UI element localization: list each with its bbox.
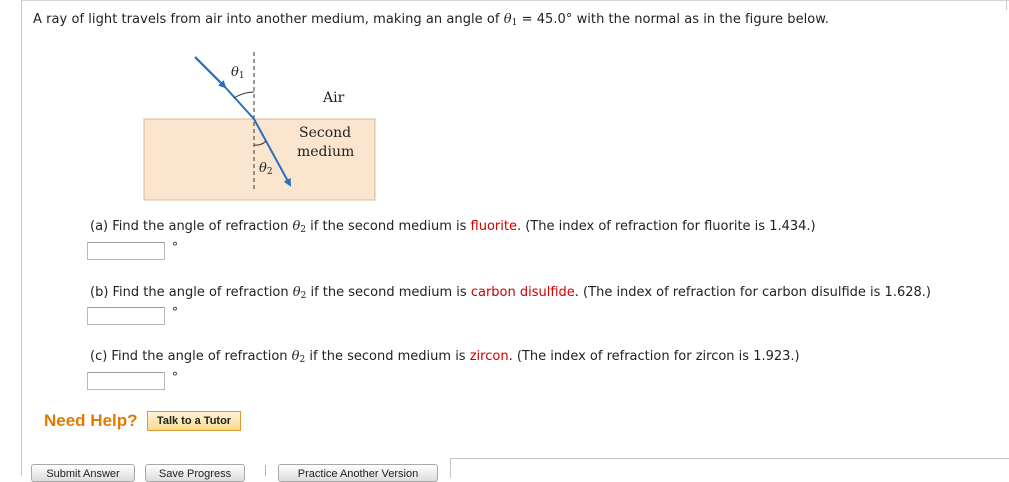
theta1-arc [233, 91, 255, 99]
part-b-mid: if the second medium is [306, 285, 471, 300]
figure-theta1-label: θ1 [231, 65, 245, 81]
part-c-lead: (c) Find the angle of refraction [90, 349, 292, 364]
question-suffix: = 45.0° with the normal as in the figure… [517, 12, 829, 27]
frame-right-border [1006, 0, 1007, 10]
part-c-mid: if the second medium is [305, 349, 470, 364]
answer-input-c[interactable] [87, 372, 165, 390]
practice-another-version-button[interactable]: Practice Another Version [278, 464, 438, 482]
talk-to-tutor-button[interactable]: Talk to a Tutor [147, 411, 241, 431]
question-prefix: A ray of light travels from air into ano… [33, 12, 504, 27]
part-b-tail: . (The index of refraction for carbon di… [574, 285, 931, 300]
answer-input-a[interactable] [87, 242, 165, 260]
theta1-symbol: θ1 [503, 12, 518, 28]
figure-theta1-sub: 1 [238, 71, 245, 81]
figure-theta2-sub: 2 [266, 167, 273, 177]
figure-theta1-letter: θ [231, 65, 239, 80]
theta-letter: θ [503, 12, 512, 27]
air-label: Air [323, 90, 345, 106]
part-b-question: (b) Find the angle of refraction θ2 if t… [90, 285, 931, 301]
part-a-theta2: θ2 [292, 219, 306, 235]
part-b-material: carbon disulfide [470, 285, 575, 300]
frame-left-border [21, 0, 22, 476]
answer-input-b[interactable] [87, 307, 165, 325]
question-text: A ray of light travels from air into ano… [33, 12, 829, 28]
frame-top-border [21, 0, 1009, 1]
footer-panel [450, 458, 1009, 478]
part-c-degree-unit: ° [172, 370, 178, 384]
part-a-degree-unit: ° [172, 240, 178, 254]
refraction-figure: θ1 θ2 Air Second medium [140, 48, 380, 206]
part-c-question: (c) Find the angle of refraction θ2 if t… [90, 349, 800, 365]
second-medium-label-line2: medium [297, 144, 355, 160]
need-help-label: Need Help? [44, 411, 138, 430]
save-progress-button[interactable]: Save Progress [145, 464, 245, 482]
part-c-theta2: θ2 [292, 349, 306, 365]
incident-ray-arrow [194, 56, 227, 89]
part-c-material: zircon [469, 349, 509, 364]
part-b-theta2: θ2 [292, 285, 307, 301]
part-b-degree-unit: ° [172, 305, 178, 319]
part-a-tail: . (The index of refraction for fluorite … [516, 219, 816, 234]
part-a-mid: if the second medium is [306, 219, 471, 234]
part-a-question: (a) Find the angle of refraction θ2 if t… [90, 219, 816, 235]
footer-separator [265, 465, 266, 476]
theta-letter: θ [292, 285, 301, 300]
submit-answer-button[interactable]: Submit Answer [31, 464, 135, 482]
second-medium-label-line1: Second [299, 125, 352, 141]
part-a-lead: (a) Find the angle of refraction [90, 219, 293, 234]
part-c-tail: . (The index of refraction for zircon is… [508, 349, 800, 364]
figure-theta2-letter: θ [259, 161, 267, 176]
part-b-lead: (b) Find the angle of refraction [90, 285, 293, 300]
figure-theta2-label: θ2 [259, 161, 273, 177]
part-a-material: fluorite [470, 219, 517, 234]
